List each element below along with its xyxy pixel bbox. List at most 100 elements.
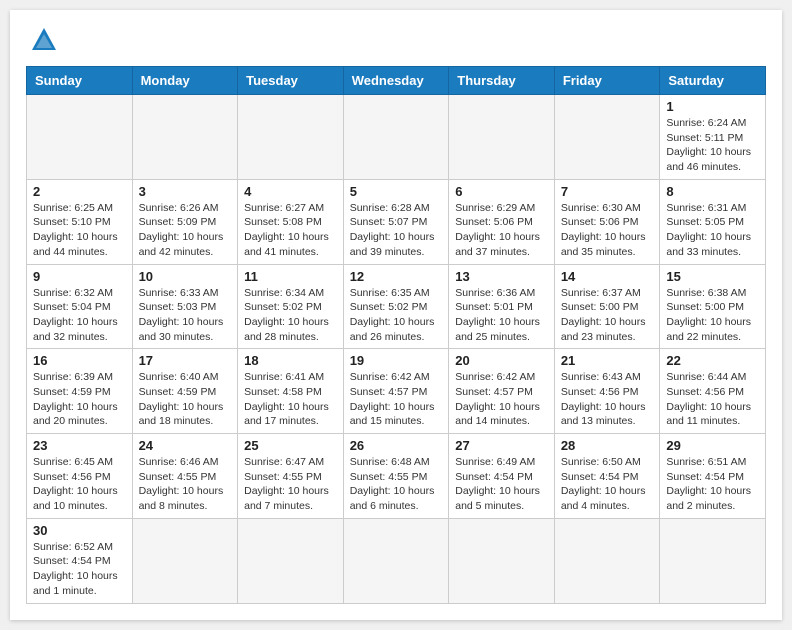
calendar-cell: 29 Sunrise: 6:51 AMSunset: 4:54 PMDayligh… xyxy=(660,434,766,519)
day-info: Sunrise: 6:49 AMSunset: 4:54 PMDaylight:… xyxy=(455,455,548,514)
calendar-cell xyxy=(27,95,133,180)
calendar-cell: 15 Sunrise: 6:38 AMSunset: 5:00 PMDayligh… xyxy=(660,264,766,349)
calendar-cell: 4 Sunrise: 6:27 AMSunset: 5:08 PMDaylight… xyxy=(238,179,344,264)
calendar-cell: 13Sunrise: 6:36 AMSunset: 5:01 PMDayligh… xyxy=(449,264,555,349)
calendar-cell: 23 Sunrise: 6:45 AMSunset: 4:56 PMDayligh… xyxy=(27,434,133,519)
day-info: Sunrise: 6:40 AMSunset: 4:59 PMDaylight:… xyxy=(139,370,232,429)
calendar-cell: 21Sunrise: 6:43 AMSunset: 4:56 PMDayligh… xyxy=(554,349,660,434)
day-number: 22 xyxy=(666,353,759,368)
weekday-header-friday: Friday xyxy=(554,67,660,95)
calendar-cell: 6 Sunrise: 6:29 AMSunset: 5:06 PMDaylight… xyxy=(449,179,555,264)
day-info: Sunrise: 6:45 AMSunset: 4:56 PMDaylight:… xyxy=(33,455,126,514)
day-info: Sunrise: 6:47 AMSunset: 4:55 PMDaylight:… xyxy=(244,455,337,514)
calendar-cell: 30 Sunrise: 6:52 AMSunset: 4:54 PMDayligh… xyxy=(27,518,133,603)
day-info: Sunrise: 6:34 AMSunset: 5:02 PMDaylight:… xyxy=(244,286,337,345)
day-info: Sunrise: 6:26 AMSunset: 5:09 PMDaylight:… xyxy=(139,201,232,260)
day-number: 29 xyxy=(666,438,759,453)
day-number: 15 xyxy=(666,269,759,284)
day-number: 16 xyxy=(33,353,126,368)
calendar-cell xyxy=(238,95,344,180)
day-info: Sunrise: 6:29 AMSunset: 5:06 PMDaylight:… xyxy=(455,201,548,260)
day-number: 14 xyxy=(561,269,654,284)
calendar-cell: 11 Sunrise: 6:34 AMSunset: 5:02 PMDayligh… xyxy=(238,264,344,349)
weekday-header-saturday: Saturday xyxy=(660,67,766,95)
day-number: 23 xyxy=(33,438,126,453)
calendar-cell xyxy=(449,518,555,603)
calendar-cell: 14Sunrise: 6:37 AMSunset: 5:00 PMDayligh… xyxy=(554,264,660,349)
day-info: Sunrise: 6:32 AMSunset: 5:04 PMDaylight:… xyxy=(33,286,126,345)
calendar-cell xyxy=(132,95,238,180)
calendar-cell: 20 Sunrise: 6:42 AMSunset: 4:57 PMDayligh… xyxy=(449,349,555,434)
calendar-cell: 18 Sunrise: 6:41 AMSunset: 4:58 PMDayligh… xyxy=(238,349,344,434)
weekday-header-row: SundayMondayTuesdayWednesdayThursdayFrid… xyxy=(27,67,766,95)
calendar-cell xyxy=(343,95,449,180)
calendar-cell: 2 Sunrise: 6:25 AMSunset: 5:10 PMDaylight… xyxy=(27,179,133,264)
day-number: 17 xyxy=(139,353,232,368)
logo xyxy=(26,26,58,54)
day-info: Sunrise: 6:24 AMSunset: 5:11 PMDaylight:… xyxy=(666,116,759,175)
weekday-header-tuesday: Tuesday xyxy=(238,67,344,95)
day-number: 25 xyxy=(244,438,337,453)
week-row-1: 1Sunrise: 6:24 AMSunset: 5:11 PMDaylight… xyxy=(27,95,766,180)
calendar-cell: 10Sunrise: 6:33 AMSunset: 5:03 PMDayligh… xyxy=(132,264,238,349)
day-info: Sunrise: 6:44 AMSunset: 4:56 PMDaylight:… xyxy=(666,370,759,429)
calendar-cell: 19 Sunrise: 6:42 AMSunset: 4:57 PMDayligh… xyxy=(343,349,449,434)
calendar-header xyxy=(26,26,766,54)
day-number: 20 xyxy=(455,353,548,368)
weekday-header-sunday: Sunday xyxy=(27,67,133,95)
day-info: Sunrise: 6:27 AMSunset: 5:08 PMDaylight:… xyxy=(244,201,337,260)
day-number: 10 xyxy=(139,269,232,284)
day-number: 28 xyxy=(561,438,654,453)
day-number: 4 xyxy=(244,184,337,199)
calendar-container: SundayMondayTuesdayWednesdayThursdayFrid… xyxy=(10,10,782,620)
calendar-cell: 26Sunrise: 6:48 AMSunset: 4:55 PMDayligh… xyxy=(343,434,449,519)
day-number: 11 xyxy=(244,269,337,284)
week-row-2: 2 Sunrise: 6:25 AMSunset: 5:10 PMDaylight… xyxy=(27,179,766,264)
day-info: Sunrise: 6:42 AMSunset: 4:57 PMDaylight:… xyxy=(455,370,548,429)
day-number: 18 xyxy=(244,353,337,368)
calendar-cell xyxy=(660,518,766,603)
day-info: Sunrise: 6:51 AMSunset: 4:54 PMDaylight:… xyxy=(666,455,759,514)
day-info: Sunrise: 6:25 AMSunset: 5:10 PMDaylight:… xyxy=(33,201,126,260)
calendar-table: SundayMondayTuesdayWednesdayThursdayFrid… xyxy=(26,66,766,604)
calendar-cell: 27 Sunrise: 6:49 AMSunset: 4:54 PMDayligh… xyxy=(449,434,555,519)
day-info: Sunrise: 6:30 AMSunset: 5:06 PMDaylight:… xyxy=(561,201,654,260)
calendar-cell: 9 Sunrise: 6:32 AMSunset: 5:04 PMDaylight… xyxy=(27,264,133,349)
day-info: Sunrise: 6:41 AMSunset: 4:58 PMDaylight:… xyxy=(244,370,337,429)
calendar-cell: 17 Sunrise: 6:40 AMSunset: 4:59 PMDayligh… xyxy=(132,349,238,434)
day-number: 6 xyxy=(455,184,548,199)
day-info: Sunrise: 6:42 AMSunset: 4:57 PMDaylight:… xyxy=(350,370,443,429)
day-number: 5 xyxy=(350,184,443,199)
day-number: 30 xyxy=(33,523,126,538)
calendar-cell xyxy=(238,518,344,603)
calendar-cell: 7 Sunrise: 6:30 AMSunset: 5:06 PMDaylight… xyxy=(554,179,660,264)
day-info: Sunrise: 6:35 AMSunset: 5:02 PMDaylight:… xyxy=(350,286,443,345)
calendar-cell: 1Sunrise: 6:24 AMSunset: 5:11 PMDaylight… xyxy=(660,95,766,180)
calendar-cell xyxy=(132,518,238,603)
calendar-cell: 22 Sunrise: 6:44 AMSunset: 4:56 PMDayligh… xyxy=(660,349,766,434)
calendar-cell xyxy=(554,518,660,603)
calendar-cell: 16Sunrise: 6:39 AMSunset: 4:59 PMDayligh… xyxy=(27,349,133,434)
calendar-cell: 12 Sunrise: 6:35 AMSunset: 5:02 PMDayligh… xyxy=(343,264,449,349)
day-number: 2 xyxy=(33,184,126,199)
day-info: Sunrise: 6:43 AMSunset: 4:56 PMDaylight:… xyxy=(561,370,654,429)
day-number: 9 xyxy=(33,269,126,284)
calendar-cell: 5 Sunrise: 6:28 AMSunset: 5:07 PMDaylight… xyxy=(343,179,449,264)
day-info: Sunrise: 6:31 AMSunset: 5:05 PMDaylight:… xyxy=(666,201,759,260)
calendar-cell: 8Sunrise: 6:31 AMSunset: 5:05 PMDaylight… xyxy=(660,179,766,264)
calendar-cell: 24Sunrise: 6:46 AMSunset: 4:55 PMDayligh… xyxy=(132,434,238,519)
day-info: Sunrise: 6:52 AMSunset: 4:54 PMDaylight:… xyxy=(33,540,126,599)
day-info: Sunrise: 6:50 AMSunset: 4:54 PMDaylight:… xyxy=(561,455,654,514)
calendar-cell xyxy=(449,95,555,180)
day-number: 12 xyxy=(350,269,443,284)
day-info: Sunrise: 6:48 AMSunset: 4:55 PMDaylight:… xyxy=(350,455,443,514)
day-info: Sunrise: 6:28 AMSunset: 5:07 PMDaylight:… xyxy=(350,201,443,260)
day-info: Sunrise: 6:38 AMSunset: 5:00 PMDaylight:… xyxy=(666,286,759,345)
weekday-header-thursday: Thursday xyxy=(449,67,555,95)
day-number: 7 xyxy=(561,184,654,199)
day-number: 19 xyxy=(350,353,443,368)
day-info: Sunrise: 6:36 AMSunset: 5:01 PMDaylight:… xyxy=(455,286,548,345)
calendar-cell xyxy=(343,518,449,603)
weekday-header-wednesday: Wednesday xyxy=(343,67,449,95)
day-number: 27 xyxy=(455,438,548,453)
